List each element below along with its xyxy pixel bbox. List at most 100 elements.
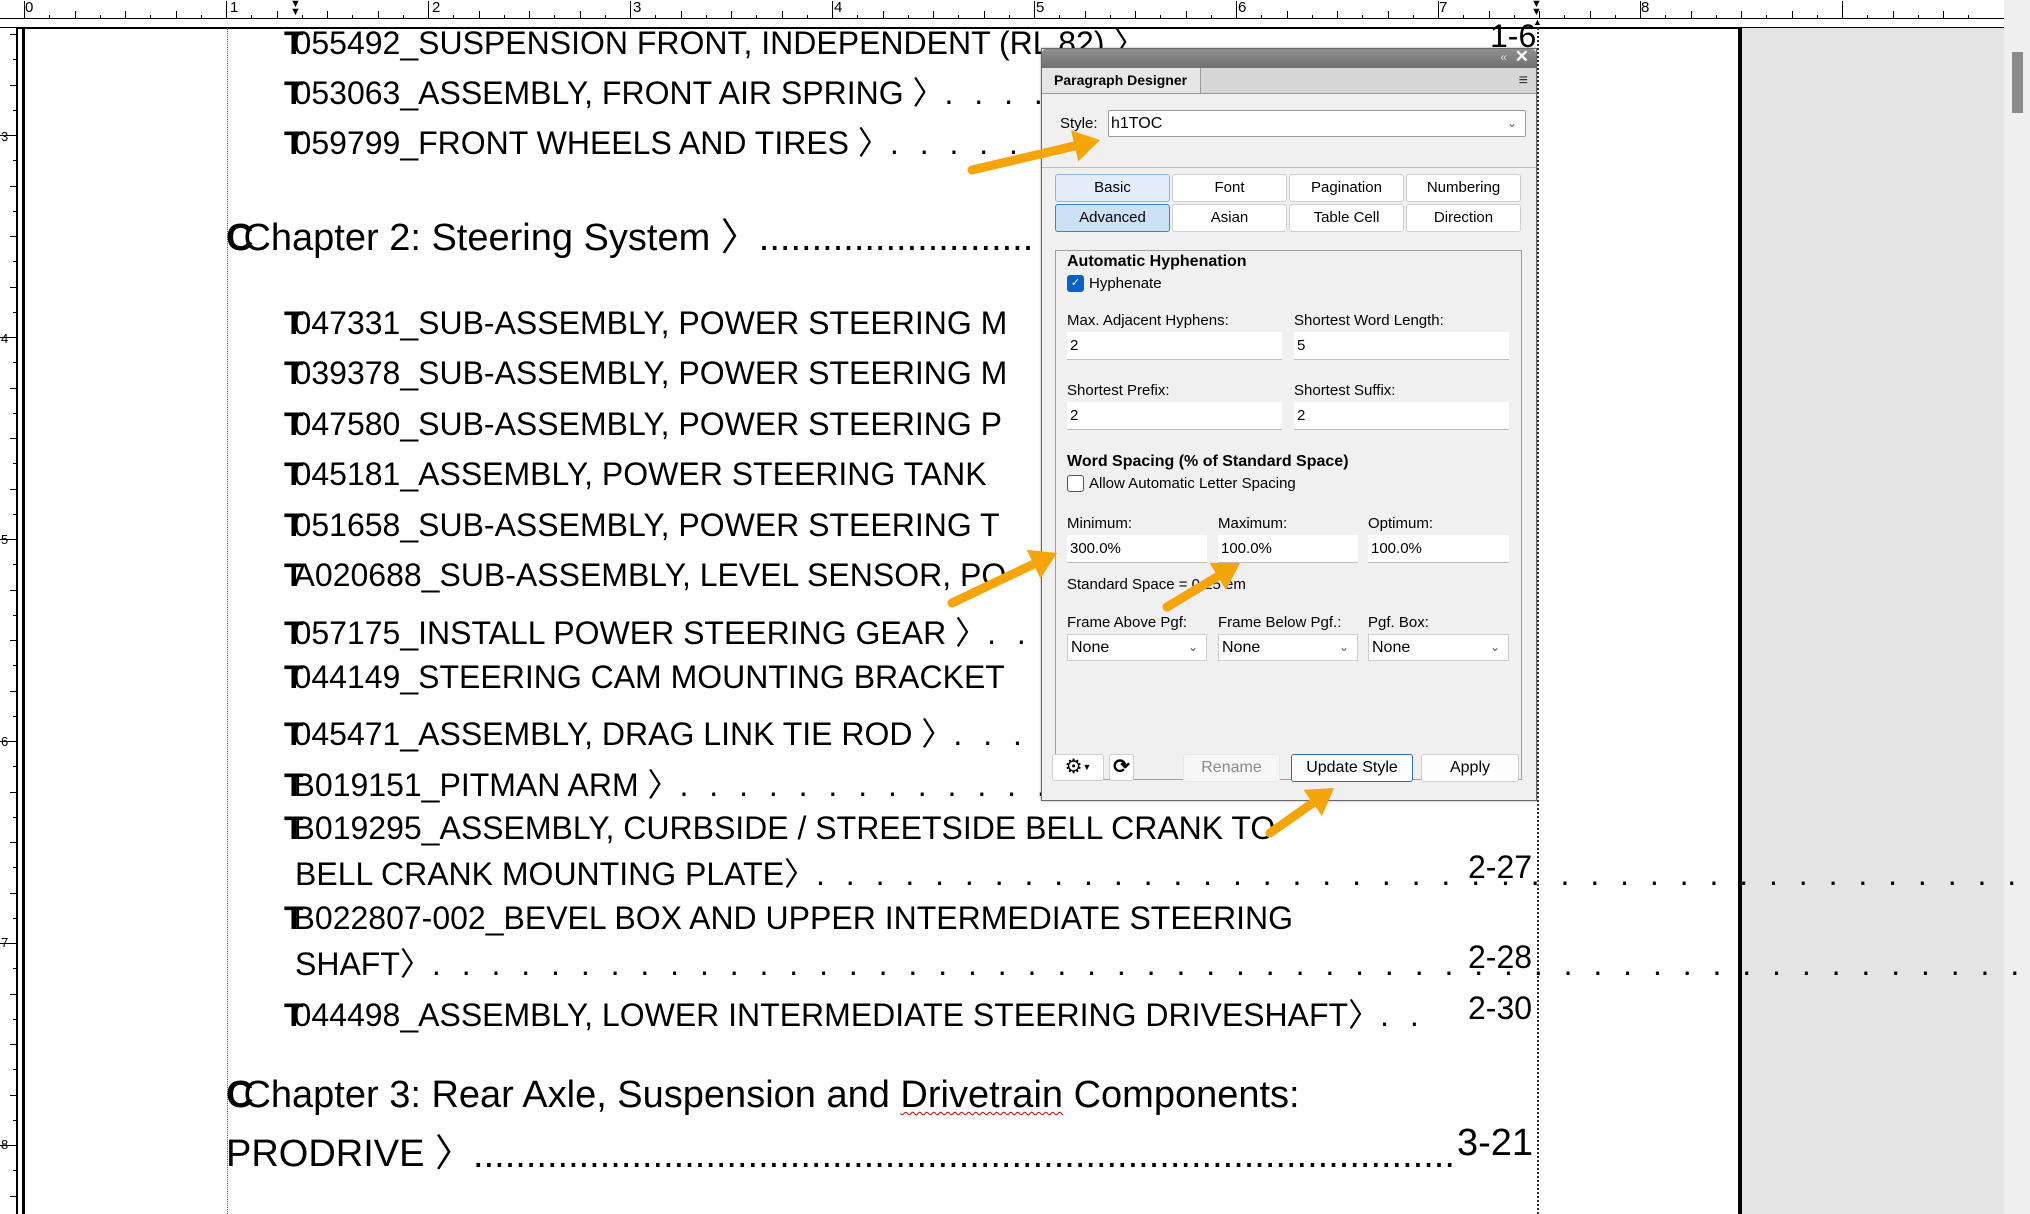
toc-entry[interactable]: T059799_FRONT WHEELS AND TIRES 〉. . . . …	[284, 118, 1024, 164]
chevron-down-icon: ⌄	[1338, 640, 1349, 654]
dot-leader: . . . . . . . . . . . . . . . . . . . . …	[816, 856, 2030, 892]
ruler-tick	[13, 59, 16, 61]
ruler-tick	[10, 1195, 16, 1197]
paragraph-designer-tab[interactable]: Paragraph Designer	[1042, 68, 1201, 93]
toc-entry-continuation[interactable]: BELL CRANK MOUNTING PLATE〉. . . . . . . …	[295, 849, 2030, 895]
toc-chapter-text: Components:	[1063, 1074, 1300, 1116]
allow-letter-spacing-checkbox[interactable]	[1067, 475, 1084, 492]
ruler-tick	[13, 564, 16, 566]
shortest-word-length-input[interactable]: 5	[1294, 332, 1509, 360]
shortest-prefix-input[interactable]: 2	[1067, 402, 1282, 430]
ruler-tick	[1210, 15, 1212, 18]
ruler-tick	[0, 135, 16, 136]
toc-entry[interactable]: TB022807-002_BEVEL BOX AND UPPER INTERME…	[284, 900, 1293, 937]
ruler-tick	[10, 589, 16, 591]
style-select[interactable]: h1TOC ⌄	[1108, 110, 1526, 137]
toc-entry-text: SHAFT〉	[295, 946, 432, 982]
update-style-button[interactable]: Update Style	[1291, 754, 1413, 782]
ruler-tick	[933, 11, 934, 18]
vertical-ruler[interactable]: 3 4 5 6 7 8	[0, 28, 18, 1214]
ruler-tick	[10, 387, 16, 389]
toc-chapter[interactable]: CChapter 3: Rear Axle, Suspension and Dr…	[226, 1074, 1300, 1117]
right-indent-marker-icon[interactable]: ▼ ▼	[1531, 0, 1542, 18]
toc-entry[interactable]: T045471_ASSEMBLY, DRAG LINK TIE ROD 〉. .…	[284, 709, 1058, 755]
dot-leader: . . . . . . . . . . . . . . . . . . . . …	[431, 946, 2030, 982]
refresh-button[interactable]: ⟳	[1109, 754, 1134, 781]
ruler-tick	[1665, 15, 1667, 18]
panel-menu-icon[interactable]: ≡	[1519, 72, 1528, 90]
tab-table-cell[interactable]: Table Cell	[1289, 204, 1404, 232]
close-icon[interactable]: ✕	[1515, 47, 1529, 67]
frame-below-label: Frame Below Pgf.:	[1218, 614, 1342, 631]
toc-entry[interactable]: T057175_INSTALL POWER STEERING GEAR 〉. .…	[284, 608, 1062, 654]
ruler-tick	[680, 11, 682, 18]
ruler-tick	[1968, 15, 1970, 18]
ruler-tick	[13, 715, 16, 717]
toc-entry-text: 044498_ASSEMBLY, LOWER INTERMEDIATE STEE…	[293, 997, 1381, 1033]
ruler-tick	[1236, 1, 1237, 18]
dialog-titlebar[interactable]: « ✕	[1042, 47, 1536, 68]
frame-above-select[interactable]: None ⌄	[1067, 634, 1207, 661]
ruler-tick	[1715, 15, 1717, 18]
ruler-tick	[10, 892, 16, 894]
ruler-tick	[13, 362, 16, 364]
ruler-tick	[1387, 11, 1389, 18]
toc-entry[interactable]: T039378_SUB-ASSEMBLY, POWER STEERING M	[284, 355, 1007, 392]
ruler-tick	[579, 11, 581, 18]
toc-entry[interactable]: T055492_SUSPENSION FRONT, INDEPENDENT (R…	[284, 18, 1145, 64]
indent-marker-icon[interactable]: ▼ ▼	[290, 0, 301, 18]
toc-entry[interactable]: T044149_STEERING CAM MOUNTING BRACKET	[284, 659, 1005, 696]
pgf-box-select[interactable]: None ⌄	[1368, 634, 1509, 661]
vertical-scrollbar[interactable]	[2004, 0, 2030, 1214]
frame-above-value: None	[1071, 639, 1110, 656]
ruler-tick	[13, 766, 16, 768]
ruler-tick	[13, 968, 16, 970]
maximum-spacing-input[interactable]: 100.0%	[1218, 535, 1358, 563]
toc-entry[interactable]: T051658_SUB-ASSEMBLY, POWER STEERING T	[284, 507, 1000, 544]
rename-button[interactable]: Rename	[1183, 754, 1280, 782]
ruler-tick	[1766, 15, 1768, 18]
toc-chapter[interactable]: CChapter 2: Steering System 〉...........…	[226, 206, 1033, 261]
toc-chapter-text: PRODRIVE 〉	[226, 1133, 474, 1175]
minimum-label: Minimum:	[1067, 515, 1133, 532]
paragraph-designer-dialog[interactable]: « ✕ Paragraph Designer ≡ Style: h1TOC ⌄ …	[1041, 47, 1537, 801]
tab-font[interactable]: Font	[1172, 174, 1287, 202]
tab-advanced[interactable]: Advanced	[1055, 204, 1170, 232]
tab-pagination[interactable]: Pagination	[1289, 174, 1404, 202]
collapse-icon[interactable]: «	[1500, 50, 1507, 64]
frame-below-select[interactable]: None ⌄	[1218, 634, 1358, 661]
apply-button[interactable]: Apply	[1421, 754, 1519, 782]
tab-asian[interactable]: Asian	[1172, 204, 1287, 232]
ruler-tick	[13, 1069, 16, 1071]
scrollbar-thumb[interactable]	[2012, 52, 2023, 113]
ruler-tick	[1690, 11, 1692, 18]
minimum-spacing-input[interactable]: 300.0%	[1067, 535, 1207, 563]
ruler-tick	[630, 1, 631, 18]
tab-direction[interactable]: Direction	[1406, 204, 1521, 232]
spelling-error-word[interactable]: Drivetrain	[900, 1074, 1063, 1116]
horizontal-ruler[interactable]: 0 1 2 3 4 5 6 7 8 ▼ ▼ ▼ ▼	[0, 0, 2004, 20]
ruler-tick	[1943, 11, 1944, 18]
toc-entry-text: B019151_PITMAN ARM 〉	[293, 767, 680, 803]
settings-menu-button[interactable]: ⚙▼	[1052, 754, 1104, 781]
toc-entry[interactable]: T047580_SUB-ASSEMBLY, POWER STEERING P	[284, 406, 1002, 443]
max-adjacent-hyphens-input[interactable]: 2	[1067, 332, 1282, 360]
tab-basic[interactable]: Basic	[1055, 174, 1170, 202]
hyphenate-checkbox[interactable]: ✓	[1067, 275, 1084, 292]
toc-entry[interactable]: T045181_ASSEMBLY, POWER STEERING TANK	[284, 456, 987, 493]
tab-numbering[interactable]: Numbering	[1406, 174, 1521, 202]
ruler-tick	[1917, 15, 1919, 18]
ruler-tick	[731, 11, 732, 18]
toc-chapter-continuation[interactable]: PRODRIVE 〉..............................…	[226, 1122, 1453, 1177]
toc-entry[interactable]: T053063_ASSEMBLY, FRONT AIR SPRING 〉. . …	[284, 68, 1049, 114]
toc-entry[interactable]: TB019295_ASSEMBLY, CURBSIDE / STREETSIDE…	[284, 810, 1275, 847]
optimum-spacing-input[interactable]: 100.0%	[1368, 535, 1509, 563]
toc-entry[interactable]: T044498_ASSEMBLY, LOWER INTERMEDIATE STE…	[284, 990, 1425, 1036]
ruler-label: 4	[834, 0, 843, 16]
ruler-tick	[200, 15, 202, 18]
shortest-suffix-input[interactable]: 2	[1294, 402, 1509, 430]
toc-entry[interactable]: T047331_SUB-ASSEMBLY, POWER STEERING M	[284, 305, 1007, 342]
ruler-tick	[1311, 15, 1313, 18]
toc-entry[interactable]: TA020688_SUB-ASSEMBLY, LEVEL SENSOR, PO	[284, 557, 1006, 594]
toc-entry-continuation[interactable]: SHAFT〉. . . . . . . . . . . . . . . . . …	[295, 939, 2030, 985]
